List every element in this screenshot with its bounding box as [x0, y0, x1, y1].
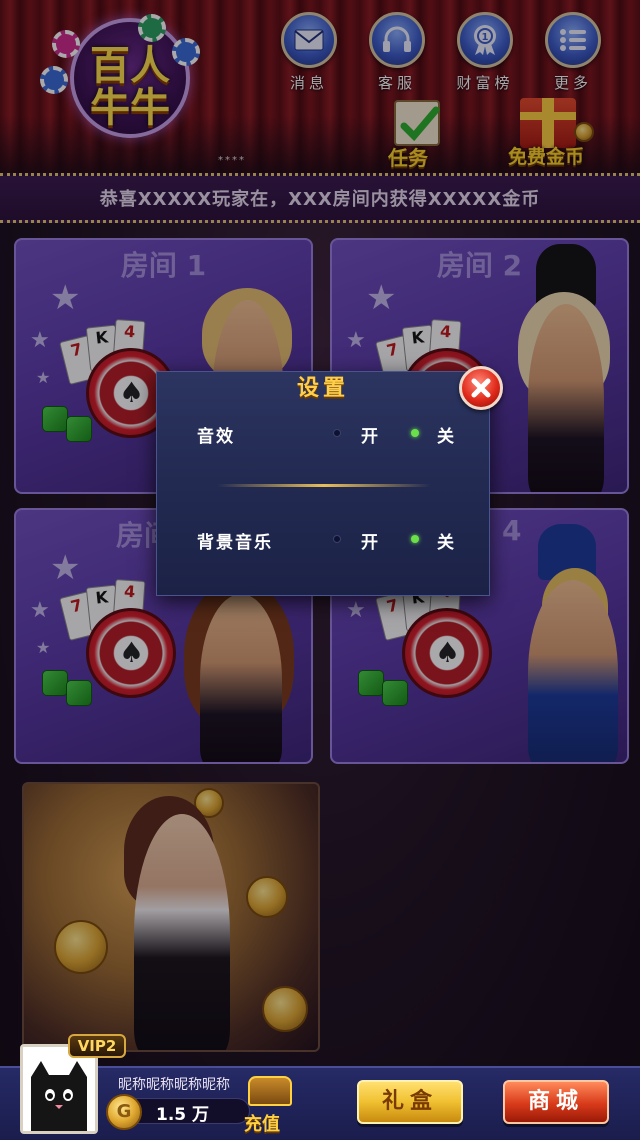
background-music-on-option[interactable]: 开: [331, 524, 381, 554]
radio-selected: [411, 535, 419, 543]
player-nickname: 昵称昵称昵称昵称: [118, 1077, 230, 1093]
radio-unselected: [333, 429, 341, 437]
shop-button[interactable]: 商城: [503, 1080, 609, 1124]
gold-coin-icon: G: [106, 1094, 142, 1130]
close-icon: [471, 378, 491, 398]
sound-effects-label: 音效: [197, 427, 235, 447]
background-music-off-option[interactable]: 关: [409, 524, 459, 554]
settings-dialog: 设置 音效 开 关 背景音乐 开 关: [156, 366, 503, 596]
option-label: 关: [437, 427, 454, 447]
cat-avatar-icon: [23, 1047, 95, 1131]
sound-effects-on-option[interactable]: 开: [331, 418, 381, 448]
game-lobby: 百人 牛牛 **** 消息 客服 1 财富榜 更多 任务 免费金币 恭喜XXXX…: [0, 0, 640, 1140]
divider: [217, 484, 431, 487]
gift-box-button[interactable]: 礼盒: [357, 1080, 463, 1124]
dialog-title: 设置: [296, 376, 349, 401]
sound-effects-off-option[interactable]: 关: [409, 418, 459, 448]
treasure-chest-icon: [248, 1076, 292, 1106]
close-button[interactable]: [459, 366, 503, 410]
vip-badge: VIP2: [68, 1034, 126, 1058]
recharge-button[interactable]: 充值: [242, 1076, 298, 1136]
option-label: 开: [361, 427, 378, 447]
coin-balance: 1.5 万: [156, 1105, 210, 1125]
background-music-label: 背景音乐: [197, 533, 273, 553]
option-label: 开: [361, 533, 378, 553]
radio-selected: [411, 429, 419, 437]
option-label: 关: [437, 533, 454, 553]
radio-unselected: [333, 535, 341, 543]
recharge-label: 充值: [244, 1114, 280, 1135]
